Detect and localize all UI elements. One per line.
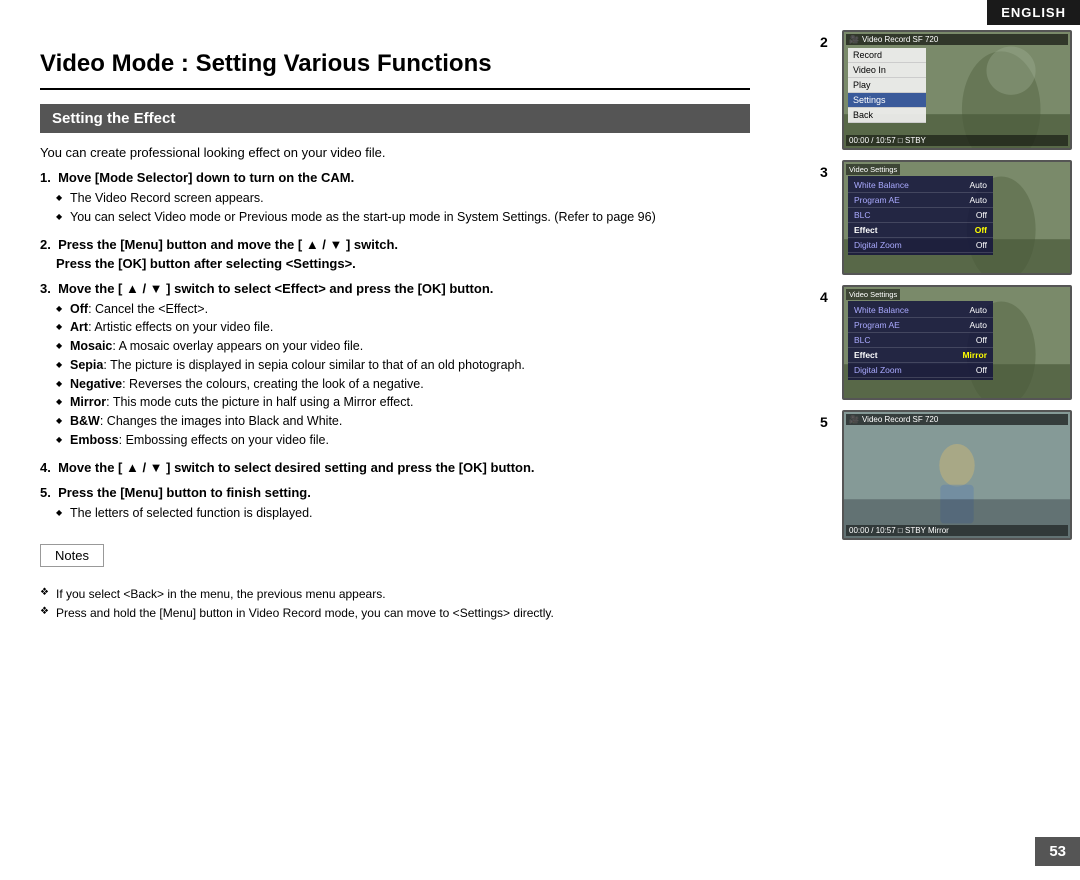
step-4-text: Move the [ ▲ / ▼ ] switch to select desi… bbox=[58, 460, 534, 475]
page-number: 53 bbox=[1035, 837, 1080, 866]
notes-box: Notes bbox=[40, 544, 104, 567]
menu-item: Record bbox=[848, 48, 926, 63]
cam-display-5: 🎥 Video Record SF 720 00:00 / 10:57 □ ST… bbox=[842, 410, 1072, 540]
step-3-title: 3. Move the [ ▲ / ▼ ] switch to select <… bbox=[40, 281, 750, 296]
cam-screen-3: 3 Video Settings White Balance Auto Prog… bbox=[842, 160, 1072, 275]
list-item: B&W: Changes the images into Black and W… bbox=[56, 412, 750, 431]
term: Art bbox=[70, 320, 88, 334]
term: Off bbox=[70, 302, 88, 316]
step-3-bullets: Off: Cancel the <Effect>. Art: Artistic … bbox=[40, 300, 750, 450]
step-indicator-2: 2 bbox=[820, 34, 828, 50]
term: Sepia bbox=[70, 358, 103, 372]
cam-screen-5: 5 🎥 Video Record SF 720 bbox=[842, 410, 1072, 540]
step-1-text: Move [Mode Selector] down to turn on the… bbox=[58, 170, 354, 185]
language-badge: ENGLISH bbox=[987, 0, 1080, 25]
menu-item: Back bbox=[848, 108, 926, 123]
list-item: Press and hold the [Menu] button in Vide… bbox=[40, 604, 750, 623]
settings-row: White Balance Auto bbox=[848, 303, 993, 318]
term: Mosaic bbox=[70, 339, 112, 353]
cam-screen-2: 2 🎥 Video Record SF 720 Record Video In … bbox=[842, 30, 1072, 150]
footer-notes: If you select <Back> in the menu, the pr… bbox=[40, 585, 750, 623]
intro-text: You can create professional looking effe… bbox=[40, 145, 750, 160]
step-5-text: Press the [Menu] button to finish settin… bbox=[58, 485, 311, 500]
settings-row: BLC Off bbox=[848, 208, 993, 223]
section-header: Setting the Effect bbox=[40, 104, 750, 133]
step-2-num: 2. bbox=[40, 237, 51, 252]
menu-item: Play bbox=[848, 78, 926, 93]
list-item: Mirror: This mode cuts the picture in ha… bbox=[56, 393, 750, 412]
step-3-num: 3. bbox=[40, 281, 51, 296]
list-item: Off: Cancel the <Effect>. bbox=[56, 300, 750, 319]
list-item: Emboss: Embossing effects on your video … bbox=[56, 431, 750, 450]
settings-overlay-4: White Balance Auto Program AE Auto BLC O… bbox=[848, 301, 993, 380]
menu-overlay-2: Record Video In Play Settings Back bbox=[848, 48, 926, 123]
step-1-bullets: The Video Record screen appears. You can… bbox=[40, 189, 750, 227]
step-1-num: 1. bbox=[40, 170, 51, 185]
term: Emboss bbox=[70, 433, 119, 447]
notes-label: Notes bbox=[55, 548, 89, 563]
settings-row: White Balance Auto bbox=[848, 178, 993, 193]
screen4-title: Video Settings bbox=[846, 289, 900, 300]
step-2-title: 2. Press the [Menu] button and move the … bbox=[40, 237, 750, 252]
settings-overlay-3: White Balance Auto Program AE Auto BLC O… bbox=[848, 176, 993, 255]
settings-row: Program AE Auto bbox=[848, 193, 993, 208]
settings-row: Program AE Auto bbox=[848, 318, 993, 333]
list-item: Art: Artistic effects on your video file… bbox=[56, 318, 750, 337]
right-panel: 2 🎥 Video Record SF 720 Record Video In … bbox=[820, 30, 1070, 550]
screen-topbar-5: 🎥 Video Record SF 720 bbox=[846, 414, 1068, 425]
settings-row-effect: Effect Mirror bbox=[848, 348, 993, 363]
screen3-title: Video Settings bbox=[846, 164, 900, 175]
step-1: 1. Move [Mode Selector] down to turn on … bbox=[40, 170, 750, 227]
screen-bg-5 bbox=[844, 412, 1070, 538]
list-item: The letters of selected function is disp… bbox=[56, 504, 750, 523]
step-2: 2. Press the [Menu] button and move the … bbox=[40, 237, 750, 271]
step-5: 5. Press the [Menu] button to finish set… bbox=[40, 485, 750, 523]
list-item: You can select Video mode or Previous mo… bbox=[56, 208, 750, 227]
step-4: 4. Move the [ ▲ / ▼ ] switch to select d… bbox=[40, 460, 750, 475]
term: B&W bbox=[70, 414, 100, 428]
step-indicator-5: 5 bbox=[820, 414, 828, 430]
cam-display-2: 🎥 Video Record SF 720 Record Video In Pl… bbox=[842, 30, 1072, 150]
menu-item-selected: Settings bbox=[848, 93, 926, 108]
screen-bottombar-2: 00:00 / 10:57 □ STBY bbox=[846, 135, 1068, 146]
page-title: Video Mode : Setting Various Functions bbox=[40, 50, 750, 78]
step-indicator-3: 3 bbox=[820, 164, 828, 180]
term: Negative bbox=[70, 377, 122, 391]
list-item: Mosaic: A mosaic overlay appears on your… bbox=[56, 337, 750, 356]
settings-row-effect: Effect Off bbox=[848, 223, 993, 238]
menu-item: Video In bbox=[848, 63, 926, 78]
list-item: If you select <Back> in the menu, the pr… bbox=[40, 585, 750, 604]
cam-display-3: Video Settings White Balance Auto Progra… bbox=[842, 160, 1072, 275]
title-divider bbox=[40, 88, 750, 90]
cam-screen-4: 4 Video Settings White Balance Auto Prog… bbox=[842, 285, 1072, 400]
settings-row: BLC Off bbox=[848, 333, 993, 348]
step-4-num: 4. bbox=[40, 460, 51, 475]
settings-row: Digital Zoom Off bbox=[848, 238, 993, 253]
step-5-bullets: The letters of selected function is disp… bbox=[40, 504, 750, 523]
list-item: Sepia: The picture is displayed in sepia… bbox=[56, 356, 750, 375]
step-indicator-4: 4 bbox=[820, 289, 828, 305]
step-2-text: Press the [Menu] button and move the [ ▲… bbox=[58, 237, 398, 252]
step-4-title: 4. Move the [ ▲ / ▼ ] switch to select d… bbox=[40, 460, 750, 475]
list-item: Negative: Reverses the colours, creating… bbox=[56, 375, 750, 394]
screen-bottombar-5: 00:00 / 10:57 □ STBY Mirror bbox=[846, 525, 1068, 536]
step-2-title2: Press the [OK] button after selecting <S… bbox=[40, 256, 750, 271]
step-5-num: 5. bbox=[40, 485, 51, 500]
step-3: 3. Move the [ ▲ / ▼ ] switch to select <… bbox=[40, 281, 750, 450]
step-3-text: Move the [ ▲ / ▼ ] switch to select <Eff… bbox=[58, 281, 493, 296]
step-5-title: 5. Press the [Menu] button to finish set… bbox=[40, 485, 750, 500]
list-item: The Video Record screen appears. bbox=[56, 189, 750, 208]
step-1-title: 1. Move [Mode Selector] down to turn on … bbox=[40, 170, 750, 185]
main-content: Video Mode : Setting Various Functions S… bbox=[0, 0, 780, 880]
settings-row: Digital Zoom Off bbox=[848, 363, 993, 378]
term: Mirror bbox=[70, 395, 106, 409]
screen-topbar-2: 🎥 Video Record SF 720 bbox=[846, 34, 1068, 45]
cam-display-4: Video Settings White Balance Auto Progra… bbox=[842, 285, 1072, 400]
